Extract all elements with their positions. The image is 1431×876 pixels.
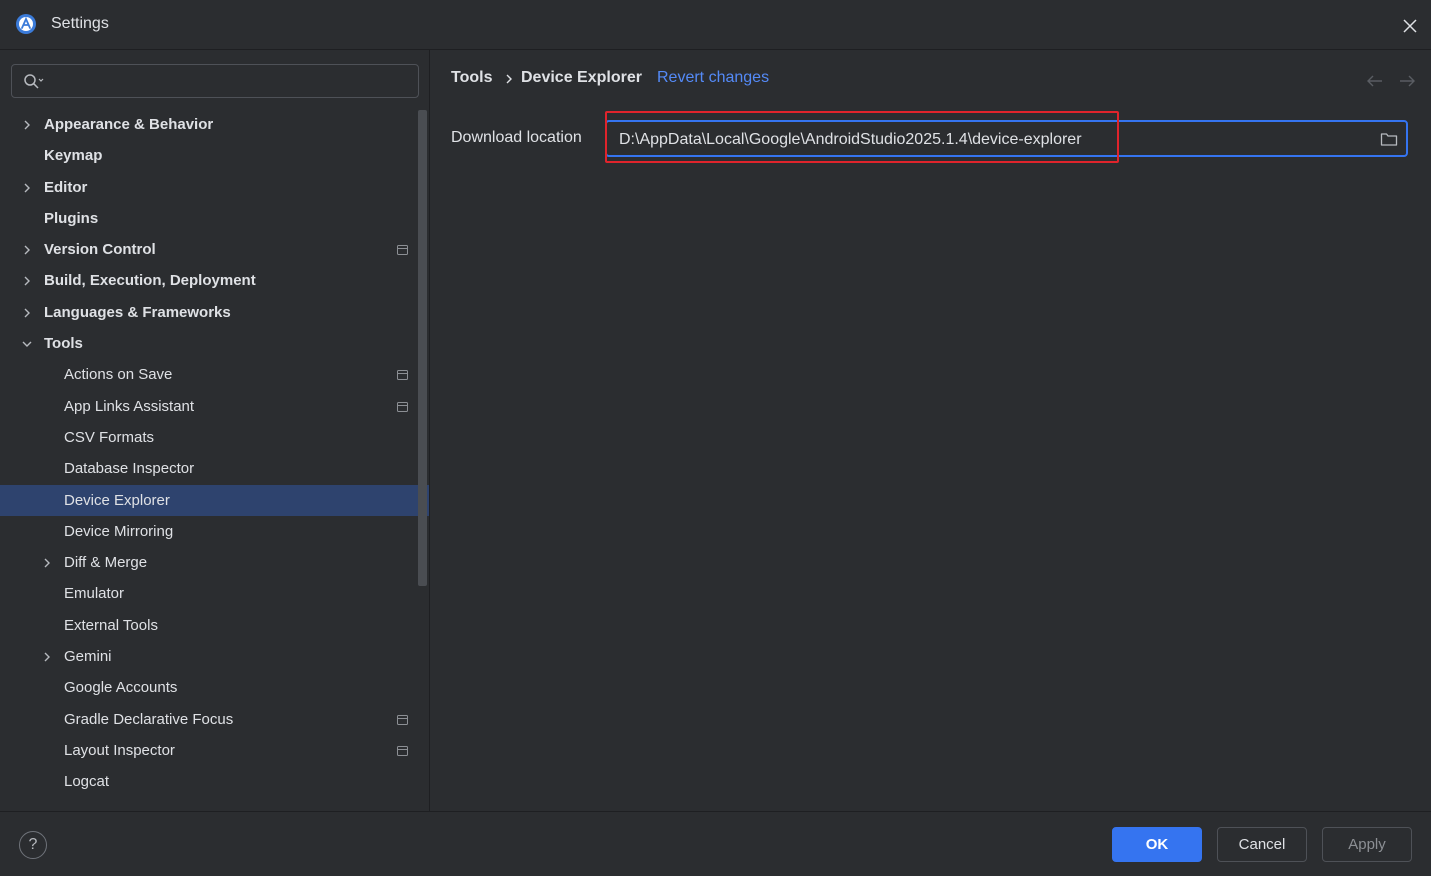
chevron-right-icon[interactable] bbox=[41, 557, 53, 569]
chevron-right-icon[interactable] bbox=[21, 275, 33, 287]
tree-item[interactable]: Google Accounts bbox=[0, 672, 429, 703]
cancel-button[interactable]: Cancel bbox=[1217, 827, 1307, 862]
project-scope-icon bbox=[397, 370, 408, 381]
chevron-right-icon[interactable] bbox=[21, 244, 33, 256]
tree-item[interactable]: Logcat bbox=[0, 766, 429, 797]
download-location-field[interactable] bbox=[605, 120, 1408, 157]
chevron-down-icon[interactable] bbox=[21, 338, 33, 350]
tree-item-label: Gemini bbox=[64, 648, 112, 666]
tree-item[interactable]: Keymap bbox=[0, 140, 429, 171]
tree-item-label: CSV Formats bbox=[64, 428, 155, 446]
tree-item[interactable]: Languages & Frameworks bbox=[0, 297, 429, 328]
dialog-footer: ? OK Cancel Apply bbox=[0, 811, 1431, 876]
tree-item[interactable]: Database Inspector bbox=[0, 453, 429, 484]
settings-tree: Appearance & Behavior Keymap Editor Plugins… bbox=[0, 109, 429, 798]
download-location-input[interactable] bbox=[617, 129, 1361, 151]
tree-item[interactable]: Version Control bbox=[0, 234, 429, 265]
tree-item-label: Device Explorer bbox=[64, 491, 170, 509]
apply-button[interactable]: Apply bbox=[1322, 827, 1412, 862]
tree-item[interactable]: Layout Inspector bbox=[0, 735, 429, 766]
settings-sidebar: Appearance & Behavior Keymap Editor Plugins… bbox=[0, 50, 430, 811]
search-field[interactable] bbox=[11, 64, 419, 98]
chevron-right-icon[interactable] bbox=[21, 307, 33, 319]
ok-button[interactable]: OK bbox=[1112, 827, 1202, 862]
arrow-forward-icon[interactable] bbox=[1398, 74, 1416, 88]
tree-item-label: Actions on Save bbox=[64, 366, 173, 384]
tree-item[interactable]: Build, Execution, Deployment bbox=[0, 265, 429, 296]
window-title: Settings bbox=[51, 15, 109, 32]
tree-item-label: Emulator bbox=[64, 585, 125, 603]
project-scope-icon bbox=[397, 401, 408, 412]
title-bar: Settings bbox=[0, 0, 1431, 50]
content-panel: Tools Device Explorer Revert changes Dow… bbox=[431, 50, 1431, 811]
tree-item-label: Device Mirroring bbox=[64, 522, 174, 540]
chevron-right-icon[interactable] bbox=[21, 182, 33, 194]
breadcrumb-current: Device Explorer bbox=[521, 69, 642, 86]
chevron-right-icon bbox=[506, 74, 512, 84]
search-input[interactable] bbox=[52, 71, 411, 93]
project-scope-icon bbox=[397, 245, 408, 256]
tree-item[interactable]: App Links Assistant bbox=[0, 391, 429, 422]
tree-item[interactable]: Device Explorer bbox=[0, 484, 429, 516]
tree-item[interactable]: Device Mirroring bbox=[0, 516, 429, 547]
tree-item-label: Build, Execution, Deployment bbox=[44, 272, 256, 290]
tree-item[interactable]: Gradle Declarative Focus bbox=[0, 704, 429, 735]
revert-changes-link[interactable]: Revert changes bbox=[657, 69, 769, 87]
tree-item-label: Layout Inspector bbox=[64, 741, 175, 759]
chevron-right-icon[interactable] bbox=[21, 119, 33, 131]
tree-item-label: Diff & Merge bbox=[64, 554, 148, 572]
tree-item-label: Editor bbox=[44, 178, 88, 196]
tree-item-label: Logcat bbox=[64, 773, 110, 791]
tree-item[interactable]: Appearance & Behavior bbox=[0, 109, 429, 140]
tree-item-label: Version Control bbox=[44, 241, 156, 259]
tree-item[interactable]: Editor bbox=[0, 172, 429, 203]
chevron-right-icon[interactable] bbox=[41, 651, 53, 663]
tree-item-label: Database Inspector bbox=[64, 460, 195, 478]
tree-item-label: Google Accounts bbox=[64, 679, 178, 697]
tree-item[interactable]: Gemini bbox=[0, 641, 429, 672]
arrow-back-icon[interactable] bbox=[1366, 74, 1384, 88]
tree-item-label: External Tools bbox=[64, 616, 158, 634]
help-button[interactable]: ? bbox=[19, 831, 47, 859]
tree-item-label: Plugins bbox=[44, 209, 99, 227]
download-location-label: Download location bbox=[451, 129, 582, 146]
folder-icon[interactable] bbox=[1380, 131, 1398, 147]
tree-item-label: Keymap bbox=[44, 147, 103, 165]
tree-item[interactable]: Plugins bbox=[0, 203, 429, 234]
search-icon[interactable] bbox=[23, 73, 45, 91]
tree-item-label: Tools bbox=[44, 335, 83, 353]
tree-item[interactable]: Diff & Merge bbox=[0, 547, 429, 578]
breadcrumb-parent[interactable]: Tools bbox=[451, 69, 492, 87]
tree-item[interactable]: CSV Formats bbox=[0, 422, 429, 453]
android-studio-icon bbox=[16, 14, 36, 34]
tree-item-label: Gradle Declarative Focus bbox=[64, 710, 234, 728]
project-scope-icon bbox=[397, 745, 408, 756]
tree-item[interactable]: Tools bbox=[0, 328, 429, 359]
tree-item[interactable]: Actions on Save bbox=[0, 359, 429, 390]
close-icon[interactable] bbox=[1398, 14, 1422, 38]
project-scope-icon bbox=[397, 714, 408, 725]
tree-item[interactable]: External Tools bbox=[0, 610, 429, 641]
tree-item-label: Languages & Frameworks bbox=[44, 303, 231, 321]
tree-item-label: Appearance & Behavior bbox=[44, 116, 214, 133]
tree-item-label: App Links Assistant bbox=[64, 397, 195, 415]
scrollbar-thumb[interactable] bbox=[418, 110, 427, 586]
tree-item[interactable]: Emulator bbox=[0, 578, 429, 609]
